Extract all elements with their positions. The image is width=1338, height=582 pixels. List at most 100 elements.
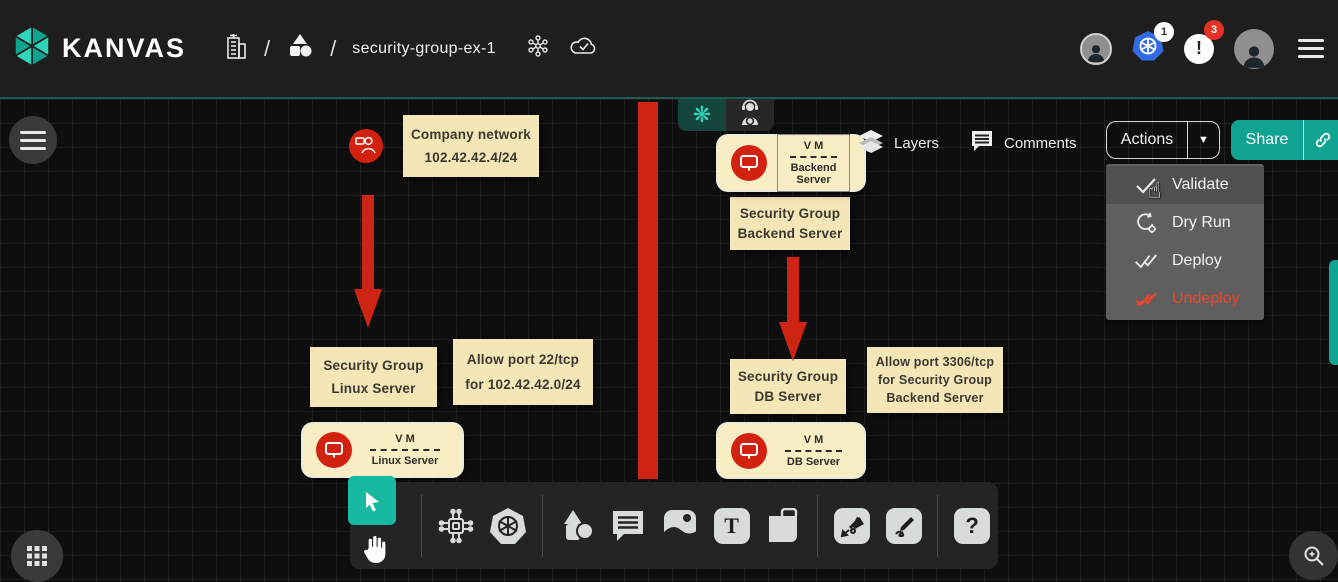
breadcrumb-project-name[interactable]: security-group-ex-1 (352, 40, 496, 58)
bottom-toolbar: T (350, 482, 998, 569)
comments-label: Comments (1004, 135, 1077, 152)
vm-name: Backend Server (782, 162, 845, 186)
design-nodes-icon[interactable] (526, 34, 550, 63)
organization-icon[interactable] (222, 32, 248, 65)
brand-logo[interactable]: KANVAS (12, 25, 186, 72)
headset-user-icon (737, 99, 763, 131)
header-right-cluster: 1 ! 3 (1080, 0, 1328, 97)
help-button[interactable]: ? (950, 496, 994, 556)
help-icon: ? (954, 508, 990, 544)
infrastructure-tool-button[interactable] (434, 496, 478, 556)
vm-monitor-icon (731, 433, 767, 469)
double-check-slash-icon (1134, 290, 1158, 308)
note-line: Security Group (738, 369, 838, 384)
kubernetes-tool-button[interactable] (486, 496, 530, 556)
shapes-tool-button[interactable] (555, 496, 599, 556)
user-avatar[interactable] (1234, 29, 1274, 69)
note-sg-db[interactable]: Security Group DB Server (730, 359, 846, 414)
pen-tool-button[interactable] (830, 496, 874, 556)
collab-mini-toolbar: ❋ (678, 99, 774, 131)
menu-item-validate[interactable]: Validate (1106, 166, 1264, 204)
right-panel-handle[interactable] (1329, 260, 1338, 365)
actions-button[interactable]: Actions ▼ (1106, 121, 1220, 159)
spiral-icon: ❋ (693, 104, 711, 126)
vm-label: V M Backend Server (777, 134, 850, 192)
spiral-presence-button[interactable]: ❋ (678, 99, 726, 131)
grid-icon (26, 545, 48, 567)
menu-item-dry-run[interactable]: Dry Run (1106, 204, 1264, 242)
cloud-synced-icon (570, 35, 598, 62)
collaborator-avatar[interactable] (1080, 33, 1112, 65)
note-allow-ssh[interactable]: Allow port 22/tcp for 102.42.42.0/24 (453, 339, 593, 405)
arrow-head (779, 322, 807, 361)
canvas-menu-button[interactable] (9, 116, 57, 164)
note-allow-db[interactable]: Allow port 3306/tcp for Security Group B… (867, 347, 1003, 413)
comments-button[interactable]: Comments (970, 129, 1077, 157)
vm-name: Linux Server (362, 455, 448, 467)
shapes-icon (558, 507, 596, 545)
double-check-icon (1134, 252, 1158, 270)
vm-monitor-icon (316, 432, 352, 468)
share-label: Share (1231, 131, 1303, 149)
project-shapes-icon[interactable] (286, 32, 314, 65)
share-button[interactable]: Share (1231, 120, 1338, 160)
arrow-sg-backend-to-sg-db[interactable] (787, 257, 799, 323)
arrow-company-to-sg-linux[interactable] (362, 195, 374, 290)
company-network-node[interactable] (349, 129, 383, 163)
alerts-indicator[interactable]: ! 3 (1184, 34, 1214, 64)
menu-item-undeploy[interactable]: Undeploy (1106, 280, 1264, 318)
canvas-menu-icon (16, 127, 50, 154)
vm-card-backend-server[interactable]: V M Backend Server (718, 136, 864, 190)
breadcrumb-separator: / (264, 36, 270, 62)
sticky-note-icon (765, 508, 801, 544)
note-line: for 102.42.42.0/24 (465, 377, 580, 392)
pen-tool-icon (834, 508, 870, 544)
headset-user-button[interactable] (726, 99, 774, 131)
text-tool-icon: T (714, 508, 750, 544)
note-sg-linux[interactable]: Security Group Linux Server (310, 347, 437, 407)
comment-tool-button[interactable] (606, 496, 650, 556)
note-line: DB Server (754, 389, 821, 404)
image-tool-button[interactable] (658, 496, 702, 556)
pencil-tool-button[interactable] (882, 496, 926, 556)
vm-card-db-server[interactable]: V M DB Server (718, 424, 864, 477)
brand-name: KANVAS (62, 33, 186, 64)
vm-monitor-icon (731, 145, 767, 181)
hand-tool-button[interactable] (356, 530, 392, 568)
pencil-tool-icon (886, 508, 922, 544)
note-line: 102.42.42.4/24 (425, 150, 518, 165)
menu-item-deploy[interactable]: Deploy (1106, 242, 1264, 280)
layers-button[interactable]: Layers (858, 129, 939, 157)
apps-grid-button[interactable] (11, 530, 63, 582)
menu-label: Undeploy (1172, 290, 1240, 308)
actions-caret-box[interactable]: ▼ (1187, 122, 1219, 158)
vm-type: V M (362, 433, 448, 445)
note-line: for Security Group (878, 373, 992, 387)
text-tool-button[interactable]: T (710, 496, 754, 556)
menu-label: Deploy (1172, 252, 1222, 270)
vm-card-linux-server[interactable]: V M Linux Server (303, 424, 462, 476)
menu-label: Dry Run (1172, 214, 1231, 232)
actions-dropdown-menu: Validate Dry Run Deploy (1106, 164, 1264, 320)
diagram-canvas[interactable]: ❋ (0, 97, 1338, 582)
alert-count-badge: 3 (1204, 20, 1224, 40)
user-with-screen-icon (355, 134, 377, 159)
vm-type: V M (777, 434, 850, 446)
toolbar-divider (421, 495, 422, 557)
note-line: Security Group (740, 206, 840, 221)
note-line: Backend Server (738, 226, 843, 241)
actions-label: Actions (1107, 131, 1187, 149)
zoom-in-icon (1302, 544, 1326, 568)
kubernetes-status[interactable]: 1 (1132, 30, 1164, 67)
zoom-in-button[interactable] (1289, 531, 1338, 580)
header-menu-icon[interactable] (1294, 35, 1328, 62)
vm-divider (370, 449, 440, 451)
share-link-section[interactable] (1303, 120, 1338, 160)
note-sg-backend[interactable]: Security Group Backend Server (730, 197, 850, 250)
red-divider-bar[interactable] (638, 102, 658, 479)
sticky-note-tool-button[interactable] (761, 496, 805, 556)
select-tool-button[interactable] (348, 476, 396, 525)
kubernetes-icon (488, 506, 528, 546)
dry-run-icon (1134, 212, 1158, 234)
note-company-network[interactable]: Company network 102.42.42.4/24 (403, 115, 539, 177)
